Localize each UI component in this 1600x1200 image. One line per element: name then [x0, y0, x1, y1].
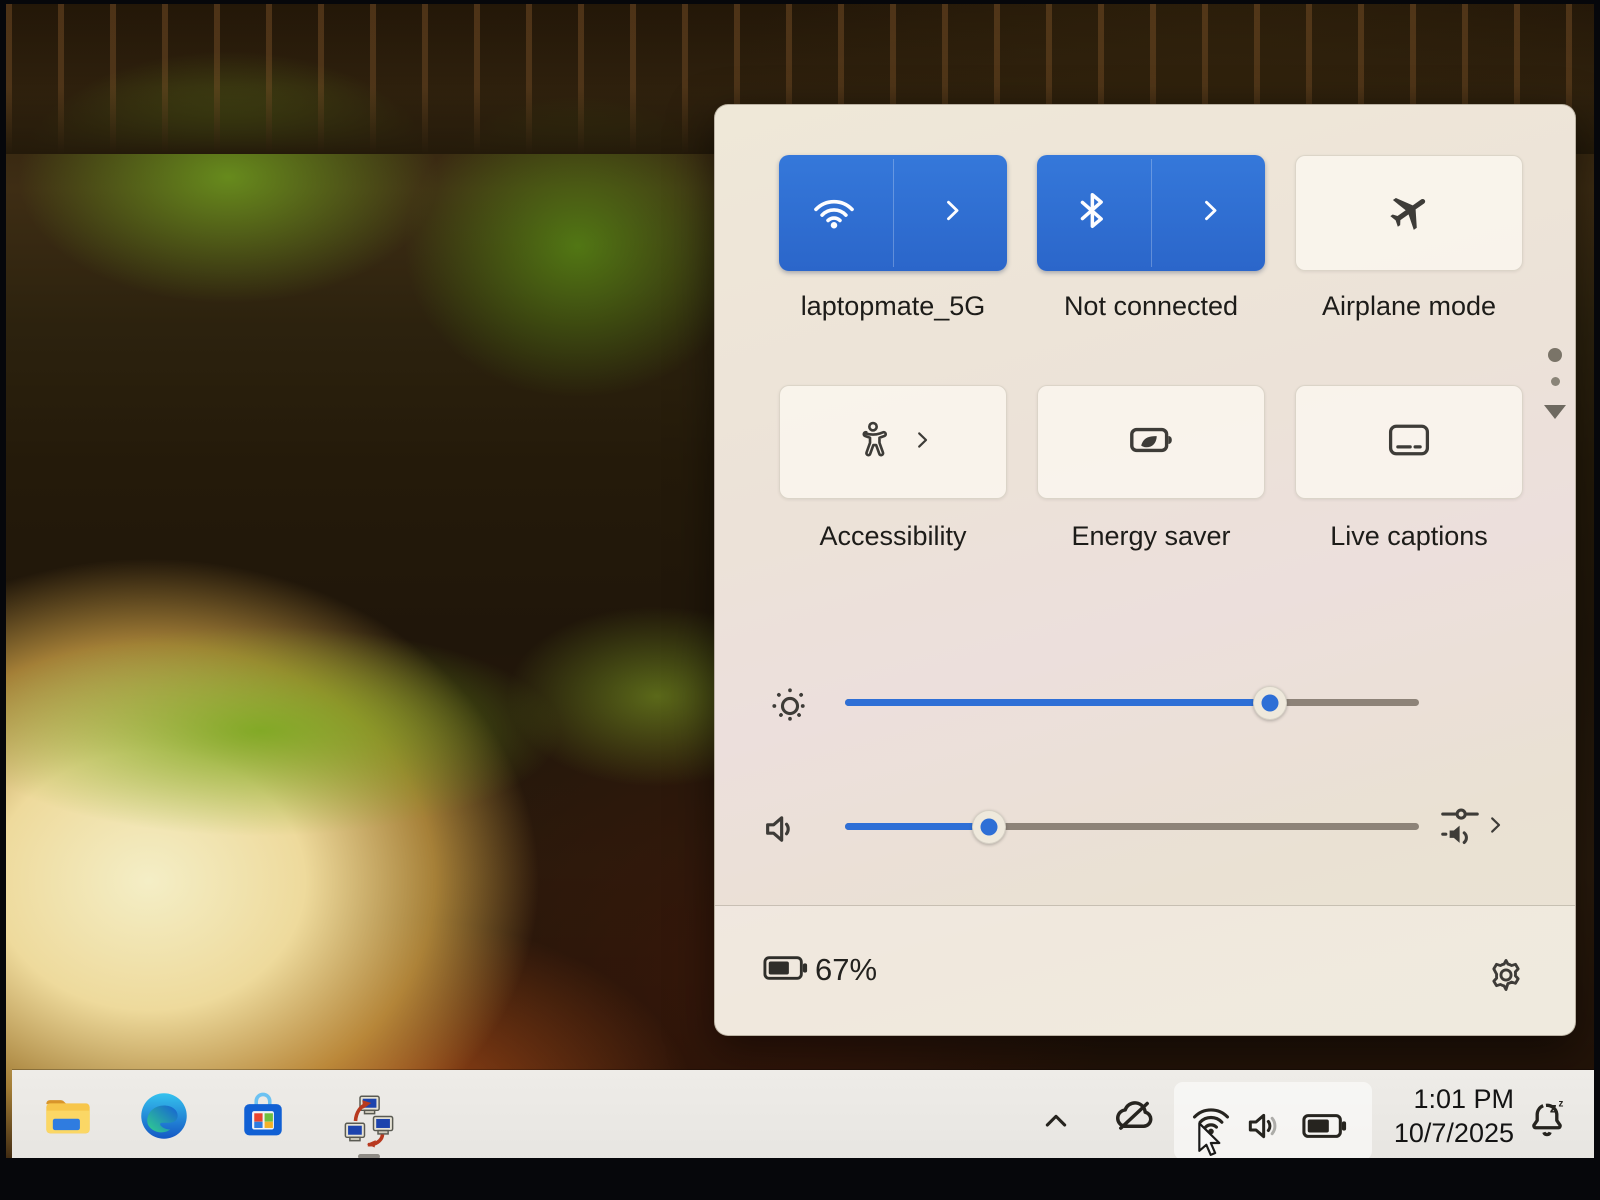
volume-slider[interactable] — [845, 823, 1419, 830]
bluetooth-icon — [1070, 188, 1114, 239]
volume-slider-fill — [845, 823, 989, 830]
tray-volume-icon[interactable] — [1244, 1106, 1284, 1151]
energy-saver-icon — [1127, 416, 1175, 469]
network-computers-icon[interactable] — [342, 1094, 396, 1153]
volume-icon[interactable] — [761, 808, 803, 855]
bell-dnd-icon[interactable]: z z — [1526, 1098, 1568, 1145]
volume-slider-thumb[interactable] — [972, 810, 1006, 844]
tray-time: 1:01 PM — [1342, 1082, 1514, 1116]
brightness-slider[interactable] — [845, 699, 1419, 706]
chevron-right-icon[interactable] — [1483, 813, 1507, 842]
store-icon[interactable] — [238, 1091, 288, 1146]
airplane-tile-label: Airplane mode — [1279, 291, 1539, 322]
wifi-icon — [811, 191, 857, 236]
mouse-cursor — [1191, 1120, 1231, 1158]
accessibility-tile[interactable] — [779, 385, 1007, 499]
tray-date: 10/7/2025 — [1342, 1116, 1514, 1150]
quick-settings-footer: 67% — [715, 905, 1575, 1035]
wifi-tile[interactable] — [779, 155, 1007, 271]
desktop-wallpaper: laptopmate_5G Not connected Airplane mod… — [6, 4, 1594, 1158]
battery-icon — [763, 954, 809, 987]
airplane-mode-tile[interactable] — [1295, 155, 1523, 271]
gear-icon[interactable] — [1487, 956, 1525, 999]
energy-saver-tile[interactable] — [1037, 385, 1265, 499]
brightness-icon — [768, 684, 812, 733]
tray-clock[interactable]: 1:01 PM 10/7/2025 — [1342, 1082, 1514, 1150]
live-captions-tile[interactable] — [1295, 385, 1523, 499]
taskbar: 1:01 PM 10/7/2025 z z — [12, 1070, 1594, 1158]
live-captions-tile-label: Live captions — [1279, 521, 1539, 552]
quick-settings-panel: laptopmate_5G Not connected Airplane mod… — [714, 104, 1576, 1036]
tray-chevron-up-icon[interactable] — [1040, 1106, 1072, 1137]
wifi-tile-label: laptopmate_5G — [763, 291, 1023, 322]
bluetooth-tile[interactable] — [1037, 155, 1265, 271]
chevron-right-icon[interactable] — [910, 428, 934, 457]
airplane-icon — [1386, 188, 1432, 239]
live-captions-icon — [1386, 417, 1432, 468]
accessibility-tile-label: Accessibility — [763, 521, 1023, 552]
battery-percent-label: 67% — [815, 952, 877, 988]
file-explorer-icon[interactable] — [42, 1090, 94, 1147]
page-indicator-dot-active[interactable] — [1548, 348, 1562, 362]
accessibility-icon — [852, 419, 894, 466]
chevron-right-icon[interactable] — [937, 196, 967, 231]
brightness-slider-fill — [845, 699, 1270, 706]
page-indicator-dot[interactable] — [1551, 377, 1560, 386]
energy-saver-tile-label: Energy saver — [1021, 521, 1281, 552]
chevron-right-icon[interactable] — [1195, 196, 1225, 231]
running-app-indicator — [358, 1154, 380, 1158]
split-divider — [893, 159, 894, 267]
onedrive-offline-cloud-icon[interactable] — [1112, 1094, 1156, 1143]
svg-text:z: z — [1559, 1099, 1564, 1110]
page-down-arrow-icon[interactable] — [1544, 405, 1566, 419]
bluetooth-tile-label: Not connected — [1021, 291, 1281, 322]
svg-text:z: z — [1550, 1099, 1557, 1115]
brightness-slider-thumb[interactable] — [1253, 686, 1287, 720]
split-divider — [1151, 159, 1152, 267]
edge-icon[interactable] — [138, 1090, 190, 1147]
audio-output-icon[interactable] — [1437, 802, 1483, 853]
